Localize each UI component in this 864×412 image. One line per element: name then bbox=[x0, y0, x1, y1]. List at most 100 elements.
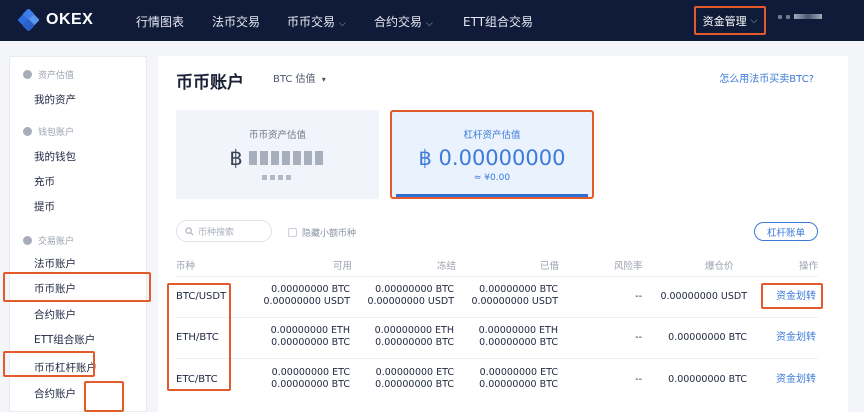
sidebar-item-my-wallet[interactable]: 我的钱包 bbox=[34, 149, 76, 164]
frozen-cell: 0.00000000 BTC 0.00000000 USDT bbox=[367, 284, 454, 308]
sidebar-group-label: 交易账户 bbox=[38, 237, 75, 247]
nav-spot-trading[interactable]: 币币交易 ⌵ bbox=[287, 13, 346, 30]
margin-asset-fiat: ≈ ¥0.00 bbox=[473, 172, 511, 183]
caret-down-icon: ▾ bbox=[321, 75, 326, 84]
search-placeholder: 币种搜索 bbox=[198, 227, 235, 238]
pair-name: BTC/USDT bbox=[176, 291, 227, 302]
risk-rate: -- bbox=[635, 374, 642, 385]
nav-futures-trading[interactable]: 合约交易 ⌵ bbox=[374, 13, 433, 30]
frozen-cell: 0.00000000 ETH 0.00000000 BTC bbox=[375, 325, 454, 349]
help-link[interactable]: 怎么用法币买卖BTC? bbox=[719, 70, 814, 85]
sidebar-item-ett-account[interactable]: ETT组合账户 bbox=[34, 332, 95, 347]
redacted-fiat-value bbox=[261, 173, 294, 183]
hide-small-balances-toggle[interactable]: 隐藏小额币种 bbox=[288, 226, 356, 239]
hide-small-label: 隐藏小额币种 bbox=[302, 229, 357, 239]
redacted-mark bbox=[786, 14, 790, 19]
bitcoin-symbol: ฿ bbox=[229, 145, 243, 170]
nav-market-charts[interactable]: 行情图表 bbox=[136, 13, 184, 30]
available-quote: 0.00000000 USDT bbox=[263, 296, 350, 307]
nav-label: 合约交易 bbox=[374, 15, 423, 29]
sidebar-item-margin-account[interactable]: 币币杠杆账户 bbox=[34, 360, 97, 375]
redacted-mark bbox=[778, 14, 782, 19]
sidebar-group-asset-valuation: 资产估值 bbox=[23, 68, 74, 81]
user-account-menu[interactable] bbox=[778, 14, 822, 19]
spot-asset-value: ฿ bbox=[229, 146, 325, 170]
borrowed-base: 0.00000000 ETC bbox=[479, 367, 558, 378]
redacted-value bbox=[248, 146, 326, 170]
valuation-select-label: BTC 估值 bbox=[273, 74, 316, 85]
pair-name: ETC/BTC bbox=[176, 374, 218, 385]
margin-asset-label: 杠杆资产估值 bbox=[463, 129, 521, 141]
frozen-quote: 0.00000000 BTC bbox=[375, 337, 454, 348]
liquidation-price: 0.00000000 BTC bbox=[668, 374, 747, 385]
nav-label: 币币交易 bbox=[287, 15, 336, 29]
nav-label: 行情图表 bbox=[136, 15, 185, 29]
group-icon bbox=[23, 236, 32, 245]
margin-asset-value: ฿ 0.00000000 bbox=[418, 145, 566, 170]
coin-search-input[interactable]: 币种搜索 bbox=[176, 220, 272, 242]
frozen-base: 0.00000000 BTC bbox=[375, 284, 454, 295]
available-base: 0.00000000 ETH bbox=[270, 325, 350, 336]
row-divider bbox=[176, 276, 818, 277]
card-active-indicator bbox=[396, 194, 588, 197]
col-header-frozen: 冻结 bbox=[437, 261, 457, 272]
nav-ett-trading[interactable]: ETT组合交易 bbox=[463, 13, 533, 30]
spot-asset-label: 币币资产估值 bbox=[248, 129, 306, 141]
available-cell: 0.00000000 ETH 0.00000000 BTC bbox=[271, 325, 350, 349]
borrowed-base: 0.00000000 ETH bbox=[478, 325, 558, 336]
brand-name: OKEX bbox=[46, 11, 94, 28]
chevron-down-icon: ⌵ bbox=[426, 19, 433, 29]
borrowed-base: 0.00000000 BTC bbox=[479, 284, 558, 295]
sidebar-group-trading-accounts: 交易账户 bbox=[23, 234, 74, 247]
sidebar-group-label: 资产估值 bbox=[38, 71, 75, 81]
okex-logo-icon bbox=[18, 9, 40, 31]
fund-management-menu[interactable]: 资金管理 ⌵ bbox=[694, 6, 766, 35]
nav-label: 法币交易 bbox=[212, 15, 261, 29]
transfer-funds-link[interactable]: 资金划转 bbox=[776, 374, 816, 386]
okex-logo[interactable]: OKEX bbox=[18, 9, 93, 31]
search-icon bbox=[185, 226, 194, 235]
row-divider bbox=[176, 358, 818, 359]
chevron-down-icon: ⌵ bbox=[339, 19, 346, 29]
borrowed-cell: 0.00000000 BTC 0.00000000 USDT bbox=[471, 284, 558, 308]
transfer-funds-link[interactable]: 资金划转 bbox=[776, 332, 816, 344]
col-header-coin: 币种 bbox=[176, 261, 196, 272]
account-sidebar: 资产估值 我的资产 钱包账户 我的钱包 充币 提币 交易账户 法币账户 币币账户… bbox=[9, 56, 147, 412]
borrowed-quote: 0.00000000 USDT bbox=[471, 296, 558, 307]
borrowed-cell: 0.00000000 ETC 0.00000000 BTC bbox=[479, 367, 558, 391]
sidebar-item-deposit[interactable]: 充币 bbox=[34, 174, 55, 189]
spot-asset-card: 币币资产估值 ฿ bbox=[176, 110, 379, 199]
borrowed-quote: 0.00000000 BTC bbox=[479, 337, 558, 348]
sidebar-item-futures-account-2[interactable]: 合约账户 bbox=[34, 386, 76, 401]
frozen-cell: 0.00000000 ETC 0.00000000 BTC bbox=[375, 367, 454, 391]
sidebar-item-my-assets[interactable]: 我的资产 bbox=[34, 92, 76, 107]
frozen-base: 0.00000000 ETC bbox=[375, 367, 454, 378]
col-header-action: 操作 bbox=[799, 261, 819, 272]
sidebar-group-label: 钱包账户 bbox=[38, 128, 75, 138]
available-base: 0.00000000 BTC bbox=[271, 284, 350, 295]
chevron-down-icon: ⌵ bbox=[750, 15, 758, 26]
nav-label: ETT组合交易 bbox=[463, 15, 534, 29]
sidebar-item-withdraw[interactable]: 提币 bbox=[34, 199, 55, 214]
group-icon bbox=[23, 127, 32, 136]
main-panel: 币币账户 BTC 估值 ▾ 怎么用法币买卖BTC? 币币资产估值 ฿ 杠杆资产估… bbox=[158, 56, 848, 412]
margin-bill-button[interactable]: 杠杆账单 bbox=[754, 222, 818, 241]
transfer-funds-link[interactable]: 资金划转 bbox=[776, 291, 816, 303]
sidebar-item-fiat-account[interactable]: 法币账户 bbox=[34, 256, 76, 271]
sidebar-item-futures-account[interactable]: 合约账户 bbox=[34, 307, 76, 322]
liquidation-price: 0.00000000 USDT bbox=[660, 291, 747, 302]
liquidation-price: 0.00000000 BTC bbox=[668, 332, 747, 343]
hide-small-checkbox[interactable] bbox=[288, 228, 297, 237]
available-quote: 0.00000000 BTC bbox=[271, 337, 350, 348]
borrowed-cell: 0.00000000 ETH 0.00000000 BTC bbox=[479, 325, 558, 349]
valuation-select[interactable]: BTC 估值 ▾ bbox=[273, 70, 326, 85]
fund-management-label: 资金管理 bbox=[702, 14, 747, 28]
risk-rate: -- bbox=[635, 291, 642, 302]
margin-asset-card: 杠杆资产估值 ฿ 0.00000000 ≈ ¥0.00 bbox=[390, 110, 594, 199]
sidebar-item-spot-account[interactable]: 币币账户 bbox=[34, 281, 76, 296]
group-icon bbox=[23, 70, 32, 79]
available-base: 0.00000000 ETC bbox=[271, 367, 350, 378]
borrowed-quote: 0.00000000 BTC bbox=[479, 379, 558, 390]
nav-fiat-trading[interactable]: 法币交易 bbox=[212, 13, 260, 30]
col-header-available: 可用 bbox=[333, 261, 353, 272]
